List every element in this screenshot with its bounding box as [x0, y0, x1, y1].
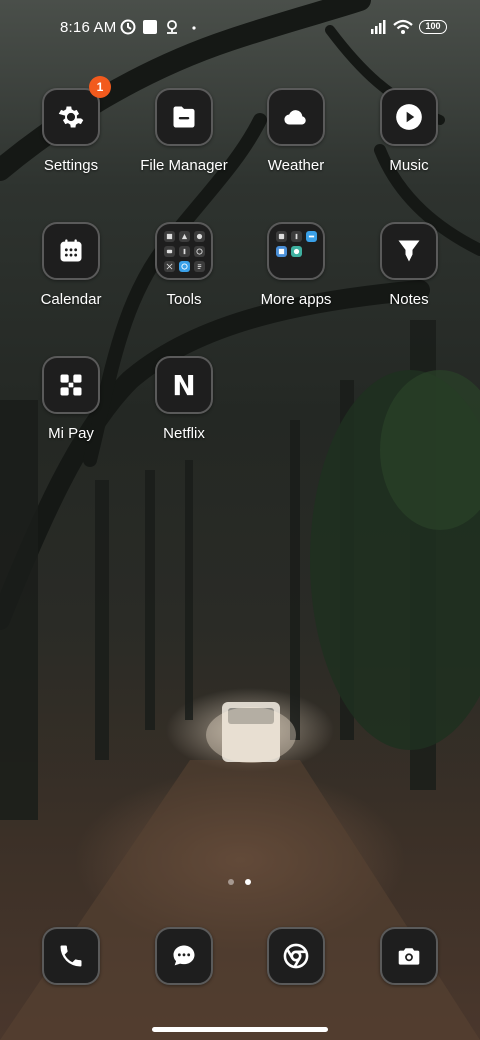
app-file-manager[interactable]: File Manager	[129, 88, 239, 174]
status-time: 8:16 AM	[60, 19, 117, 36]
dock-messages[interactable]	[129, 927, 239, 985]
app-settings[interactable]: 1 Settings	[16, 76, 126, 174]
page-dot-active[interactable]	[245, 879, 251, 885]
folder-icon	[173, 106, 195, 128]
netflix-icon: N	[172, 368, 196, 402]
clock-icon	[120, 19, 136, 35]
home-indicator[interactable]	[152, 1027, 328, 1032]
app-label: Weather	[267, 157, 325, 174]
folder-more-apps-icon	[267, 222, 325, 280]
app-label: Music	[389, 157, 429, 174]
dock-phone[interactable]	[16, 927, 126, 985]
folder-more-apps[interactable]: More apps	[241, 222, 351, 308]
dock-camera[interactable]	[354, 927, 464, 985]
folder-tools-icon	[155, 222, 213, 280]
message-icon	[173, 945, 195, 966]
app-label: Settings	[43, 157, 99, 174]
app-label: Mi Pay	[48, 425, 94, 442]
app-netflix[interactable]: N Netflix	[129, 356, 239, 442]
notes-icon	[398, 240, 420, 262]
app-music[interactable]: Music	[354, 88, 464, 174]
battery-level: 100	[425, 21, 441, 31]
play-icon	[396, 104, 422, 130]
gear-icon	[58, 106, 84, 128]
battery-icon: 100	[419, 20, 447, 34]
app-notes[interactable]: Notes	[354, 222, 464, 308]
app-mi-pay[interactable]: Mi Pay	[16, 356, 126, 442]
notification-badge: 1	[89, 76, 111, 98]
phone-icon	[60, 945, 82, 967]
wifi-icon	[393, 19, 413, 34]
square-notification-icon	[143, 20, 157, 34]
status-bar: 8:16 AM 100	[0, 0, 480, 56]
page-dot[interactable]	[228, 879, 234, 885]
app-label: Notes	[389, 291, 429, 308]
app-calendar[interactable]: Calendar	[16, 222, 126, 308]
chrome-icon	[283, 943, 309, 969]
folder-tools[interactable]: Tools	[129, 222, 239, 308]
cloud-icon	[284, 110, 306, 125]
camera-icon	[398, 948, 420, 965]
mi-pay-icon	[60, 374, 82, 396]
app-weather[interactable]: Weather	[241, 88, 351, 174]
app-label: File Manager	[140, 157, 228, 174]
app-label: Netflix	[163, 425, 205, 442]
location-icon	[167, 20, 177, 34]
dock-chrome[interactable]	[241, 927, 351, 985]
app-label: More apps	[260, 291, 332, 308]
dot-icon	[192, 26, 196, 30]
app-label: Tools	[166, 291, 202, 308]
app-label: Calendar	[40, 291, 102, 308]
signal-icon	[371, 20, 386, 34]
calendar-icon	[60, 239, 82, 262]
